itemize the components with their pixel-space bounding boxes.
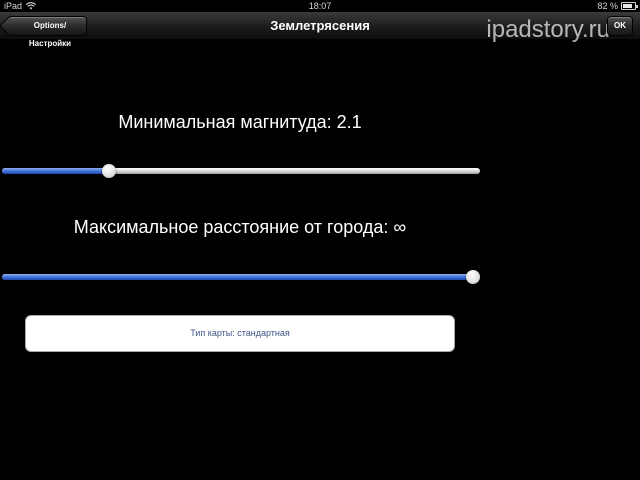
map-type-button[interactable]: Тип карты: стандартная [25, 315, 455, 352]
battery-percent: 82 % [597, 1, 618, 11]
status-time: 18:07 [308, 1, 332, 11]
screen: iPad 18:07 82 % Землетрясения Options/На… [0, 0, 640, 480]
back-button[interactable]: Options/Настройки [7, 16, 87, 48]
max-distance-label: Максимальное расстояние от города: ∞ [73, 217, 407, 237]
back-button-label: Options/Настройки [28, 21, 72, 48]
min-magnitude-label: Минимальная магнитуда: 2.1 [118, 112, 362, 132]
min-magnitude-slider[interactable] [2, 163, 480, 179]
slider-fill [2, 274, 473, 280]
battery-icon [621, 2, 638, 10]
navigation-bar: Землетрясения Options/Настройки ipadstor… [0, 12, 640, 48]
slider-thumb[interactable] [466, 270, 480, 284]
ok-button[interactable]: OK [607, 16, 633, 36]
max-distance-slider[interactable] [2, 269, 480, 285]
carrier-label: iPad [4, 1, 23, 11]
slider-fill [2, 168, 109, 174]
status-bar: iPad 18:07 82 % [0, 0, 640, 12]
battery-fill [623, 4, 633, 8]
wifi-icon [26, 2, 36, 10]
slider-thumb[interactable] [101, 164, 116, 178]
watermark: ipadstory.ru [486, 16, 610, 43]
